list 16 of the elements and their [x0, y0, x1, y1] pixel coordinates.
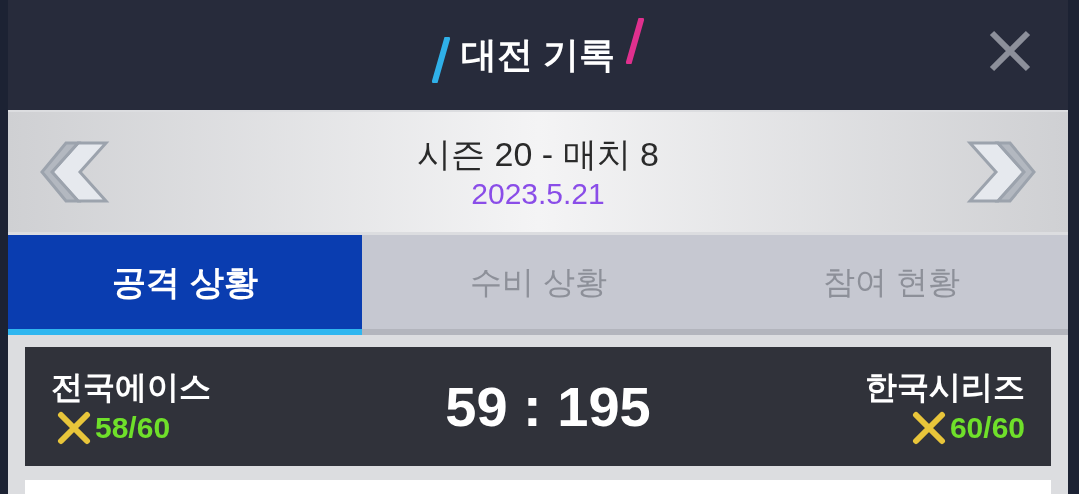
tab[interactable]: 공격 상황 — [8, 235, 362, 335]
slash-icon — [431, 37, 451, 83]
window-title: 대전 기록 — [461, 33, 615, 77]
match-score: 59 : 195 — [445, 373, 651, 440]
double-chevron-right-icon[interactable] — [966, 141, 1036, 203]
close-icon[interactable] — [988, 29, 1032, 73]
double-chevron-left-icon[interactable] — [40, 141, 110, 203]
team-name: 전국에이스 — [51, 367, 211, 407]
count-label: 60/60 — [949, 409, 1025, 446]
slash-icon — [625, 18, 645, 64]
crossed-bats-icon — [57, 410, 91, 445]
match-title: 시즌 20 - 매치 8 — [417, 134, 659, 175]
count-label: 58/60 — [95, 409, 171, 446]
crossed-bats-icon — [911, 410, 946, 445]
match-date: 2023.5.21 — [471, 176, 605, 212]
team-name: 한국시리즈 — [865, 367, 1025, 407]
